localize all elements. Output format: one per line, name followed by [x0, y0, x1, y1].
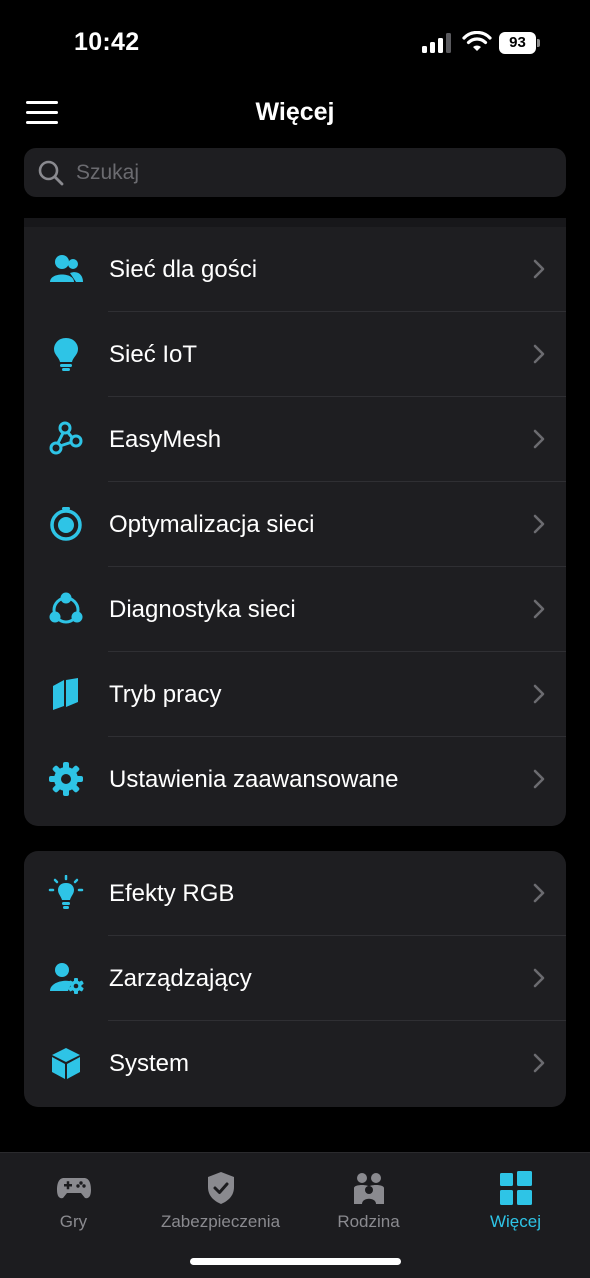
diagnostics-nodes-icon — [49, 592, 83, 624]
tab-security[interactable]: Zabezpieczenia — [147, 1153, 294, 1253]
tab-more[interactable]: Więcej — [442, 1153, 589, 1253]
cube-icon — [52, 1048, 80, 1079]
tab-games[interactable]: Gry — [0, 1153, 147, 1253]
wifi-icon — [462, 31, 492, 51]
page-title: Więcej — [255, 98, 335, 126]
lightbulb-icon — [54, 338, 78, 371]
battery-level: 93 — [499, 32, 536, 54]
menu-item-manager[interactable]: Zarządzający — [24, 936, 566, 1021]
tab-family[interactable]: Rodzina — [295, 1153, 442, 1253]
chevron-right-icon — [533, 599, 545, 619]
guest-users-icon — [50, 255, 83, 282]
gear-icon — [49, 762, 83, 796]
menu-item-rgb-effects[interactable]: Efekty RGB — [24, 851, 566, 936]
chevron-right-icon — [533, 684, 545, 704]
user-settings-icon — [50, 963, 84, 994]
menu-item-guest-network[interactable]: Sieć dla gości — [24, 227, 566, 312]
menu-item-label: System — [109, 1050, 190, 1077]
menu-item-label: Optymalizacja sieci — [109, 511, 315, 538]
stopwatch-icon — [50, 507, 82, 541]
chevron-right-icon — [533, 1053, 545, 1073]
search-input[interactable] — [76, 148, 546, 197]
map-mode-icon — [53, 678, 78, 710]
menu-item-operation-mode[interactable]: Tryb pracy — [24, 652, 566, 737]
home-indicator[interactable] — [190, 1258, 401, 1265]
chevron-right-icon — [533, 769, 545, 789]
search-icon — [38, 160, 64, 186]
menu-item-network-optimization[interactable]: Optymalizacja sieci — [24, 482, 566, 567]
menu-item-iot-network[interactable]: Sieć IoT — [24, 312, 566, 397]
family-icon — [354, 1173, 384, 1204]
battery-indicator: 93 — [499, 32, 541, 54]
rgb-bulb-icon — [48, 875, 84, 909]
menu-item-network-diagnostics[interactable]: Diagnostyka sieci — [24, 567, 566, 652]
menu-item-label: Tryb pracy — [109, 681, 222, 708]
menu-item-advanced-settings[interactable]: Ustawienia zaawansowane — [24, 737, 566, 822]
menu-item-label: Sieć IoT — [109, 341, 198, 368]
chevron-right-icon — [533, 968, 545, 988]
settings-group-system: Efekty RGB Zarządzający System — [24, 851, 566, 1107]
status-time: 10:42 — [74, 28, 140, 56]
chevron-right-icon — [533, 259, 545, 279]
status-bar: 10:42 93 — [0, 0, 590, 88]
mesh-nodes-icon — [49, 421, 83, 455]
chevron-right-icon — [533, 429, 545, 449]
chevron-right-icon — [533, 344, 545, 364]
menu-item-label: Efekty RGB — [109, 880, 235, 907]
menu-item-label: Zarządzający — [109, 965, 252, 992]
menu-item-system[interactable]: System — [24, 1021, 566, 1106]
search-bar[interactable] — [24, 148, 566, 197]
tab-label: Więcej — [489, 1212, 541, 1231]
chevron-right-icon — [533, 514, 545, 534]
gamepad-icon — [57, 1178, 91, 1199]
menu-item-label: Ustawienia zaawansowane — [109, 766, 399, 793]
shield-check-icon — [208, 1172, 234, 1204]
cellular-signal-icon — [422, 33, 451, 53]
menu-item-label: Sieć dla gości — [109, 256, 258, 283]
menu-item-easymesh[interactable]: EasyMesh — [24, 397, 566, 482]
chevron-right-icon — [533, 883, 545, 903]
menu-item-label: Diagnostyka sieci — [109, 596, 296, 623]
settings-group-network: Sieć dla gości Sieć IoT EasyMesh Optymal… — [24, 218, 566, 826]
grid-tiles-icon — [500, 1171, 532, 1205]
menu-item-label: EasyMesh — [109, 426, 222, 453]
